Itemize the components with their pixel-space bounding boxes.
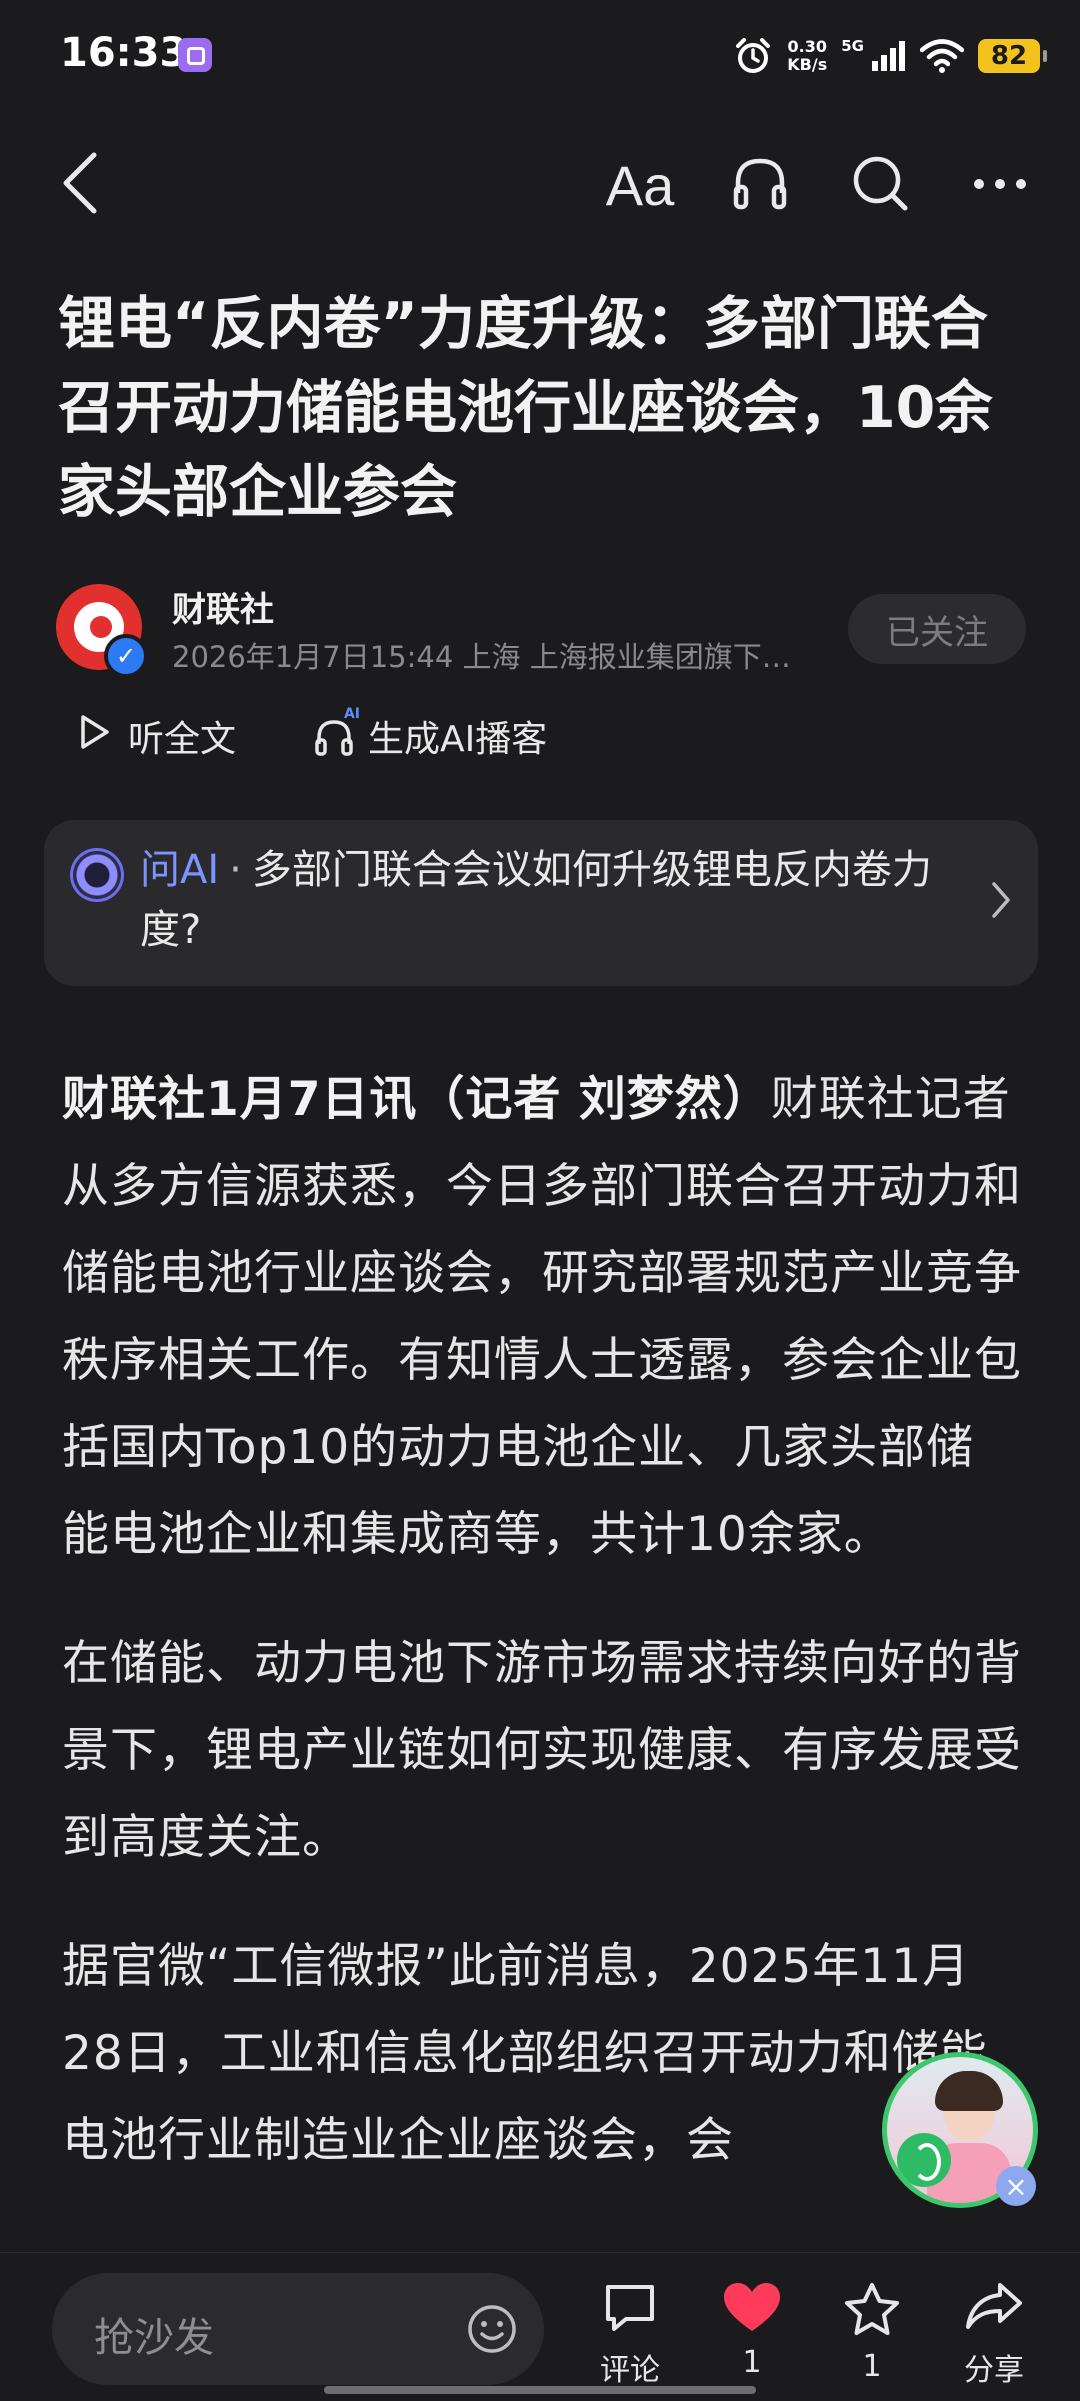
back-button[interactable] xyxy=(40,130,120,240)
home-indicator[interactable] xyxy=(324,2386,756,2394)
favorite-button[interactable]: 1 xyxy=(822,2281,922,2384)
favorite-count: 1 xyxy=(862,2349,882,2384)
network-speed-unit: KB/s xyxy=(787,55,828,74)
listen-button[interactable] xyxy=(720,130,800,240)
network-speed: 0.30 KB/s xyxy=(787,38,827,74)
ai-assistant-icon xyxy=(70,848,124,902)
more-button[interactable] xyxy=(960,130,1040,240)
generate-podcast-button[interactable]: AI 生成AI播客 xyxy=(314,706,548,762)
share-icon xyxy=(964,2281,1024,2337)
star-icon xyxy=(842,2281,902,2341)
generate-podcast-label: 生成AI播客 xyxy=(368,719,548,760)
more-icon xyxy=(972,176,1028,195)
ai-podcast-icon: AI xyxy=(314,706,360,756)
ask-ai-text: 问AI · 多部门联合会议如何升级锂电反内卷力度? xyxy=(140,840,980,960)
comment-icon xyxy=(602,2281,658,2337)
status-bar: 16:33 0.30 KB/s 5G 82 xyxy=(0,0,1080,110)
article-actions: 听全文 AI 生成AI播客 xyxy=(80,706,547,766)
article-paragraph: 财联社1月7日讯（记者 刘梦然）财联社记者从多方信源获悉，今日多部门联合召开动力… xyxy=(62,1056,1022,1578)
paragraph-text: 据官微“工信微报”此前消息，2025年11月28日，工业和信息化部组织召开动力和… xyxy=(62,1939,988,2168)
status-time: 16:33 xyxy=(60,30,188,76)
ask-ai-question: 多部门联合会议如何升级锂电反内卷力度? xyxy=(140,847,932,953)
comment-placeholder: 抢沙发 xyxy=(94,2315,214,2361)
status-icons: 0.30 KB/s 5G 82 xyxy=(733,34,1047,78)
top-nav-bar: Aa xyxy=(0,130,1080,240)
paragraph-text: 在储能、动力电池下游市场需求持续向好的背景下，锂电产业链如何实现健康、有序发展受… xyxy=(62,1636,1022,1865)
font-size-button[interactable]: Aa xyxy=(600,130,680,240)
mascot-hair xyxy=(935,2071,1003,2111)
bottom-action-bar: 抢沙发 评论 1 1 分享 xyxy=(0,2252,1080,2401)
battery-icon: 82 xyxy=(978,39,1047,73)
verified-badge-icon: ✓ xyxy=(104,634,148,678)
paragraph-lead: 财联社1月7日讯（记者 刘梦然） xyxy=(62,1072,771,1127)
share-label: 分享 xyxy=(964,2353,1024,2388)
search-icon xyxy=(851,154,909,216)
author-row: ✓ 财联社 2026年1月7日15:44 上海 上海报业集团旗下… 已关注 xyxy=(56,578,1026,678)
share-button[interactable]: 分享 xyxy=(944,2281,1044,2389)
ai-badge: AI xyxy=(343,706,361,722)
wifi-icon xyxy=(920,39,964,73)
heart-icon xyxy=(722,2281,782,2337)
font-size-icon: Aa xyxy=(605,153,675,217)
like-count: 1 xyxy=(742,2345,762,2380)
signal-icon xyxy=(872,41,906,71)
comment-button[interactable]: 评论 xyxy=(580,2281,680,2389)
article-meta: 2026年1月7日15:44 上海 上海报业集团旗下… xyxy=(172,640,791,674)
comment-label: 评论 xyxy=(600,2353,660,2388)
assistant-logo-icon xyxy=(897,2133,951,2187)
ask-ai-label: 问AI xyxy=(140,847,220,893)
emoji-icon[interactable] xyxy=(466,2303,518,2359)
author-name[interactable]: 财联社 xyxy=(172,582,274,631)
article-title: 锂电“反内卷”力度升级：多部门联合召开动力储能电池行业座谈会，10余家头部企业参… xyxy=(58,291,993,525)
article-paragraph: 在储能、动力电池下游市场需求持续向好的背景下，锂电产业链如何实现健康、有序发展受… xyxy=(62,1620,1022,1881)
ask-ai-separator: · xyxy=(229,847,242,893)
article-body: 财联社1月7日讯（记者 刘梦然）财联社记者从多方信源获悉，今日多部门联合召开动力… xyxy=(62,1056,1022,2226)
close-icon[interactable]: × xyxy=(996,2166,1036,2206)
alarm-icon xyxy=(733,36,773,76)
listen-full-button[interactable]: 听全文 xyxy=(80,710,236,762)
comment-input[interactable]: 抢沙发 xyxy=(52,2273,544,2385)
author-avatar[interactable]: ✓ xyxy=(56,584,148,678)
like-button[interactable]: 1 xyxy=(702,2281,802,2380)
article-paragraph: 据官微“工信微报”此前消息，2025年11月28日，工业和信息化部组织召开动力和… xyxy=(62,1923,1022,2184)
app-notification-icon xyxy=(178,38,212,72)
listen-full-label: 听全文 xyxy=(128,719,237,760)
network-type: 5G xyxy=(841,37,864,55)
follow-button[interactable]: 已关注 xyxy=(848,594,1026,664)
paragraph-text: 财联社记者从多方信源获悉，今日多部门联合召开动力和储能电池行业座谈会，研究部署规… xyxy=(62,1072,1022,1562)
search-button[interactable] xyxy=(840,130,920,240)
headphones-icon xyxy=(731,155,789,215)
chevron-right-icon xyxy=(990,880,1012,924)
play-icon xyxy=(80,714,110,759)
ask-ai-card[interactable]: 问AI · 多部门联合会议如何升级锂电反内卷力度? xyxy=(44,820,1038,986)
network-speed-value: 0.30 xyxy=(787,37,827,56)
back-arrow-icon xyxy=(60,151,100,219)
